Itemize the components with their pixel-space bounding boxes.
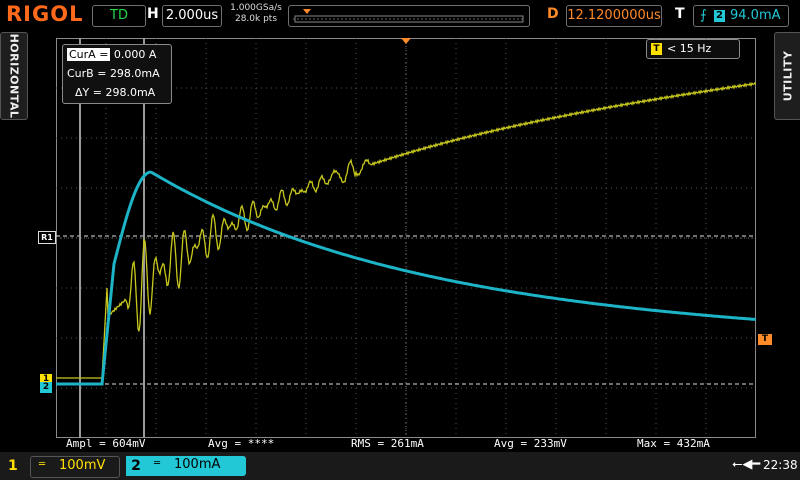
cursor-b-value: 298.0mA [109, 67, 160, 80]
cursor-b-label: CurB = [67, 67, 107, 80]
measurement-ampl[interactable]: Ampl = 604mV [66, 437, 145, 450]
system-clock: 22:38 [763, 458, 798, 472]
horizontal-tab-label: HORIZONTAL [7, 33, 21, 119]
trigger-label: T [675, 6, 685, 22]
trigger-status-indicator[interactable]: TD [92, 5, 146, 27]
delta-y-label: ΔY = [75, 86, 102, 99]
measurement-bar: Ampl = 604mV Avg = **** RMS = 261mA Avg … [0, 437, 760, 451]
horizontal-menu-tab[interactable]: HORIZONTAL [0, 32, 28, 120]
dc-coupling-icon: ═ [39, 459, 46, 470]
trigger-source-badge: 2 [714, 10, 725, 22]
ch1-number[interactable]: 1 [8, 458, 18, 474]
frequency-counter: T < 15 Hz [646, 39, 740, 59]
utility-menu-tab[interactable]: UTILITY [774, 32, 800, 120]
trigger-delay-value[interactable]: 12.1200000us [566, 5, 662, 27]
memory-bar-graphic [293, 9, 525, 23]
frequency-value: < 15 Hz [667, 42, 712, 55]
memory-position-bar[interactable] [288, 5, 530, 27]
horizontal-label: H [147, 6, 159, 22]
trigger-level-value: 94.0mA [730, 8, 781, 23]
trigger-position-icon [303, 9, 311, 14]
measurement-avg-1[interactable]: Avg = **** [208, 437, 274, 450]
trigger-level-marker[interactable]: T [758, 334, 772, 345]
usb-icon: ⭠◀━ [732, 457, 761, 472]
ch1-scale: 100mV [59, 458, 106, 473]
rising-edge-icon: ⨍ [700, 8, 707, 23]
dc-coupling-icon: ═ [154, 458, 161, 469]
trigger-position-icon [401, 38, 411, 44]
cursor-a-value: 0.000 A [113, 48, 157, 61]
ch2-scale-box[interactable]: ═ 100mA [146, 456, 246, 476]
ch2-scale: 100mA [174, 457, 221, 472]
rigol-logo: RIGOL [6, 2, 84, 26]
ch2-offset-marker[interactable]: 2 [40, 382, 52, 393]
channel-status-bar: 1 ═ 100mV 2 ═ 100mA ⭠◀━ 22:38 [0, 452, 800, 480]
utility-tab-label: UTILITY [781, 50, 795, 102]
cursor-readout-panel: CurA = 0.000 A CurB = 298.0mA ΔY = 298.0… [62, 44, 172, 104]
memory-depth: 28.0k pts [234, 14, 278, 24]
reference-marker[interactable]: R1 [38, 231, 56, 244]
timebase-value[interactable]: 2.000us [162, 5, 222, 27]
sample-rate-readout: 1.000GSa/s 28.0k pts [226, 3, 286, 25]
measurement-avg-2[interactable]: Avg = 233mV [494, 437, 567, 450]
ch1-scale-box[interactable]: ═ 100mV [30, 456, 120, 478]
counter-icon: T [651, 43, 662, 55]
trigger-settings[interactable]: ⨍ 2 94.0mA [693, 5, 789, 27]
measurement-rms[interactable]: RMS = 261mA [351, 437, 424, 450]
measurement-max[interactable]: Max = 432mA [637, 437, 710, 450]
cursor-a-label: CurA = [67, 48, 111, 61]
top-status-bar: RIGOL TD H 2.000us 1.000GSa/s 28.0k pts … [0, 0, 800, 32]
delta-y-value: 298.0mA [105, 86, 156, 99]
sample-rate: 1.000GSa/s [230, 3, 282, 13]
ch2-number[interactable]: 2 [126, 456, 146, 476]
delay-label: D [547, 6, 559, 22]
